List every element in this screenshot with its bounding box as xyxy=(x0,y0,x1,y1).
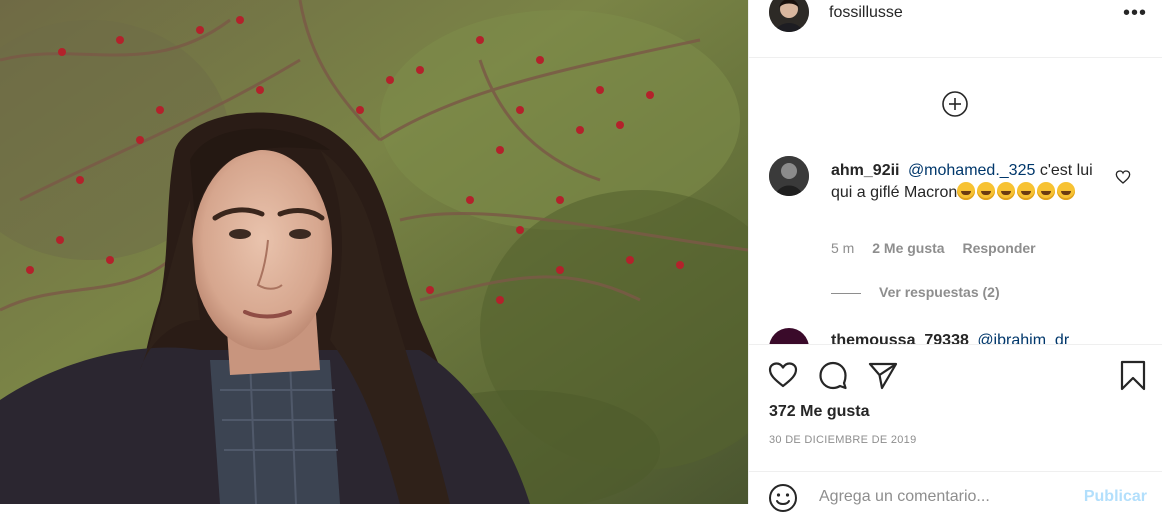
commenter-avatar[interactable] xyxy=(769,156,809,196)
smiley-icon[interactable] xyxy=(767,482,799,514)
add-comment-bar: Publicar xyxy=(749,471,1162,514)
next-comment-username[interactable]: themoussa_79338 xyxy=(831,332,969,344)
comment-username[interactable]: ahm_92ii xyxy=(831,162,899,179)
comment-mention[interactable]: @mohamed._325 xyxy=(908,162,1035,179)
emoji-group xyxy=(957,182,1077,201)
heart-icon[interactable] xyxy=(767,359,799,391)
next-comment-mention[interactable]: @ibrahim_dr xyxy=(977,332,1069,344)
next-comment-partial: themoussa_79338 @ibrahim_dr xyxy=(831,332,1069,344)
owner-avatar-image xyxy=(769,0,809,32)
post-details-panel: fossillusse ••• ahm_92ii @mohamed._325 c… xyxy=(748,0,1162,512)
bookmark-icon[interactable] xyxy=(1117,359,1149,391)
laughing-emoji-icon xyxy=(977,182,996,200)
like-comment-heart-icon[interactable] xyxy=(1115,169,1131,185)
load-more-comments-icon[interactable] xyxy=(941,90,969,118)
comment-body: ahm_92ii @mohamed._325 c'est lui qui a g… xyxy=(831,160,1093,204)
post-like-count[interactable]: 372 Me gusta xyxy=(769,403,869,421)
owner-username[interactable]: fossillusse xyxy=(829,4,903,22)
post-actions: 372 Me gusta 30 DE DICIEMBRE DE 2019 Pub… xyxy=(749,344,1162,512)
laughing-emoji-icon xyxy=(1017,182,1036,200)
replies-divider-line xyxy=(831,292,861,294)
paper-plane-icon[interactable] xyxy=(867,359,899,391)
view-replies-label: Ver respuestas (2) xyxy=(879,284,1000,300)
reply-button[interactable]: Responder xyxy=(962,240,1035,256)
post-header: fossillusse ••• xyxy=(749,0,1162,58)
comment-input[interactable] xyxy=(819,482,1069,512)
more-options-icon[interactable]: ••• xyxy=(1123,3,1147,23)
portrait-image xyxy=(0,0,748,504)
owner-avatar[interactable] xyxy=(769,0,809,32)
comment-icon[interactable] xyxy=(817,359,849,391)
post-date: 30 DE DICIEMBRE DE 2019 xyxy=(769,434,917,446)
comment-time: 5 m xyxy=(831,240,855,256)
view-replies-button[interactable]: Ver respuestas (2) xyxy=(831,284,1000,300)
next-commenter-avatar[interactable] xyxy=(769,328,809,344)
laughing-emoji-icon xyxy=(957,182,976,200)
laughing-emoji-icon xyxy=(1037,182,1056,200)
comments-list[interactable]: ahm_92ii @mohamed._325 c'est lui qui a g… xyxy=(749,58,1162,344)
laughing-emoji-icon xyxy=(1057,182,1076,200)
post-photo[interactable] xyxy=(0,0,748,504)
post-comment-button[interactable]: Publicar xyxy=(1084,488,1147,506)
commenter-avatar-image xyxy=(769,156,809,196)
comment-meta: 5 m 2 Me gusta Responder xyxy=(831,240,1050,256)
laughing-emoji-icon xyxy=(997,182,1016,200)
comment-likes[interactable]: 2 Me gusta xyxy=(872,240,944,256)
